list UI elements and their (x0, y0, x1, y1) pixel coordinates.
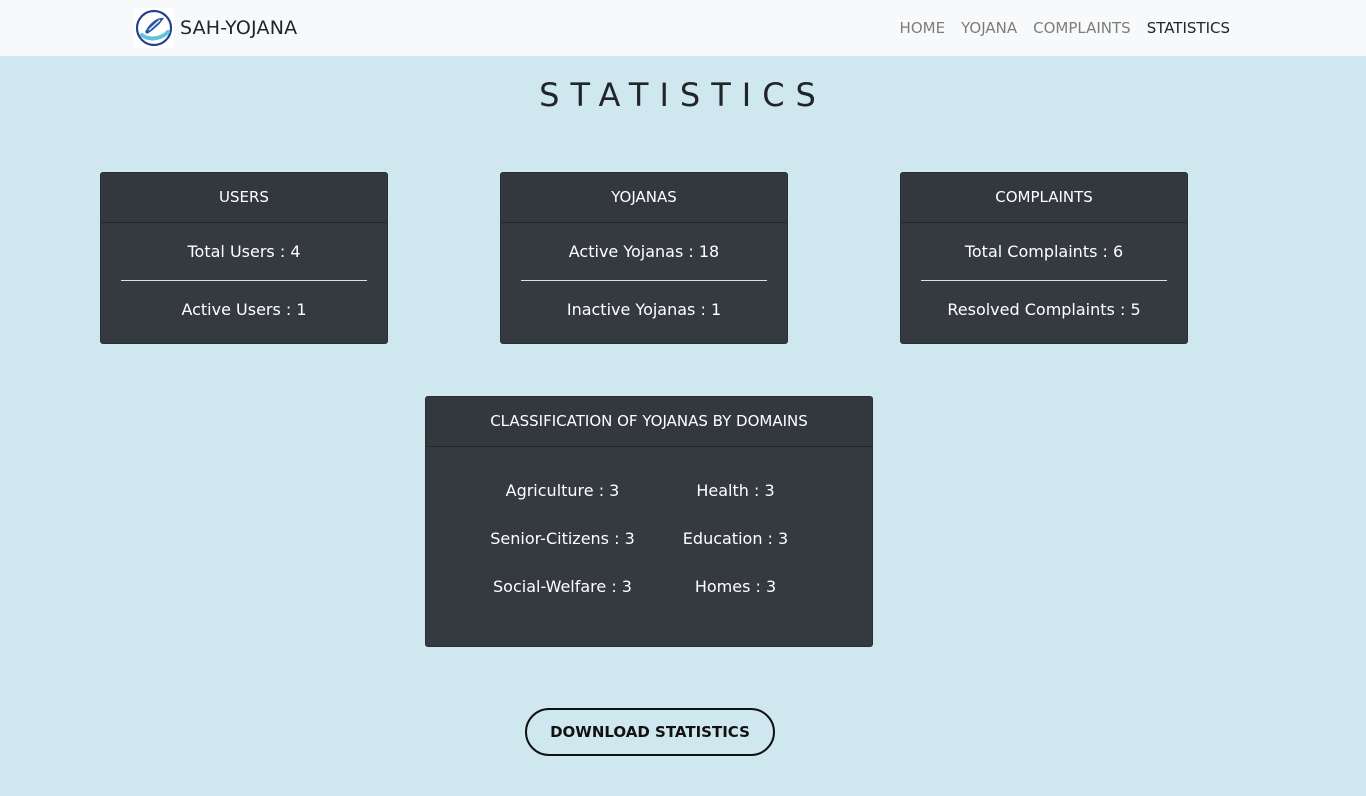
brand-link[interactable]: SAH-YOJANA (134, 8, 297, 48)
active-users-stat: Active Users : 1 (181, 300, 307, 319)
total-users-stat: Total Users : 4 (187, 242, 301, 261)
total-complaints-stat: Total Complaints : 6 (964, 242, 1124, 261)
complaints-card: COMPLAINTS Total Complaints : 6 Resolved… (900, 172, 1188, 344)
domain-health: Health : 3 (696, 481, 775, 500)
domains-card-header: CLASSIFICATION OF YOJANAS BY DOMAINS (426, 397, 872, 447)
nav-yojana[interactable]: YOJANA (961, 19, 1017, 37)
download-statistics-button[interactable]: DOWNLOAD STATISTICS (525, 708, 775, 756)
brand-name: SAH-YOJANA (180, 17, 298, 39)
domain-social-welfare: Social-Welfare : 3 (493, 577, 632, 596)
domains-grid: Agriculture : 3 Health : 3 Senior-Citize… (426, 447, 872, 611)
domain-agriculture: Agriculture : 3 (505, 481, 620, 500)
logo-icon (134, 8, 174, 48)
domain-senior-citizens: Senior-Citizens : 3 (490, 529, 635, 548)
domain-education: Education : 3 (682, 529, 789, 548)
domains-card: CLASSIFICATION OF YOJANAS BY DOMAINS Agr… (425, 396, 873, 647)
resolved-complaints-stat: Resolved Complaints : 5 (947, 300, 1141, 319)
navbar: SAH-YOJANA HOME YOJANA COMPLAINTS STATIS… (0, 0, 1366, 56)
users-card: USERS Total Users : 4 Active Users : 1 (100, 172, 388, 344)
yojanas-card-header: YOJANAS (501, 173, 787, 223)
page-title: STATISTICS (539, 76, 827, 114)
inactive-yojanas-stat: Inactive Yojanas : 1 (566, 300, 722, 319)
domain-homes: Homes : 3 (694, 577, 777, 596)
nav-complaints[interactable]: COMPLAINTS (1033, 19, 1131, 37)
users-card-header: USERS (101, 173, 387, 223)
nav-links: HOME YOJANA COMPLAINTS STATISTICS (884, 0, 1230, 56)
nav-home[interactable]: HOME (900, 19, 946, 37)
yojanas-card: YOJANAS Active Yojanas : 18 Inactive Yoj… (500, 172, 788, 344)
complaints-card-header: COMPLAINTS (901, 173, 1187, 223)
active-yojanas-stat: Active Yojanas : 18 (568, 242, 720, 261)
nav-statistics[interactable]: STATISTICS (1147, 19, 1230, 37)
